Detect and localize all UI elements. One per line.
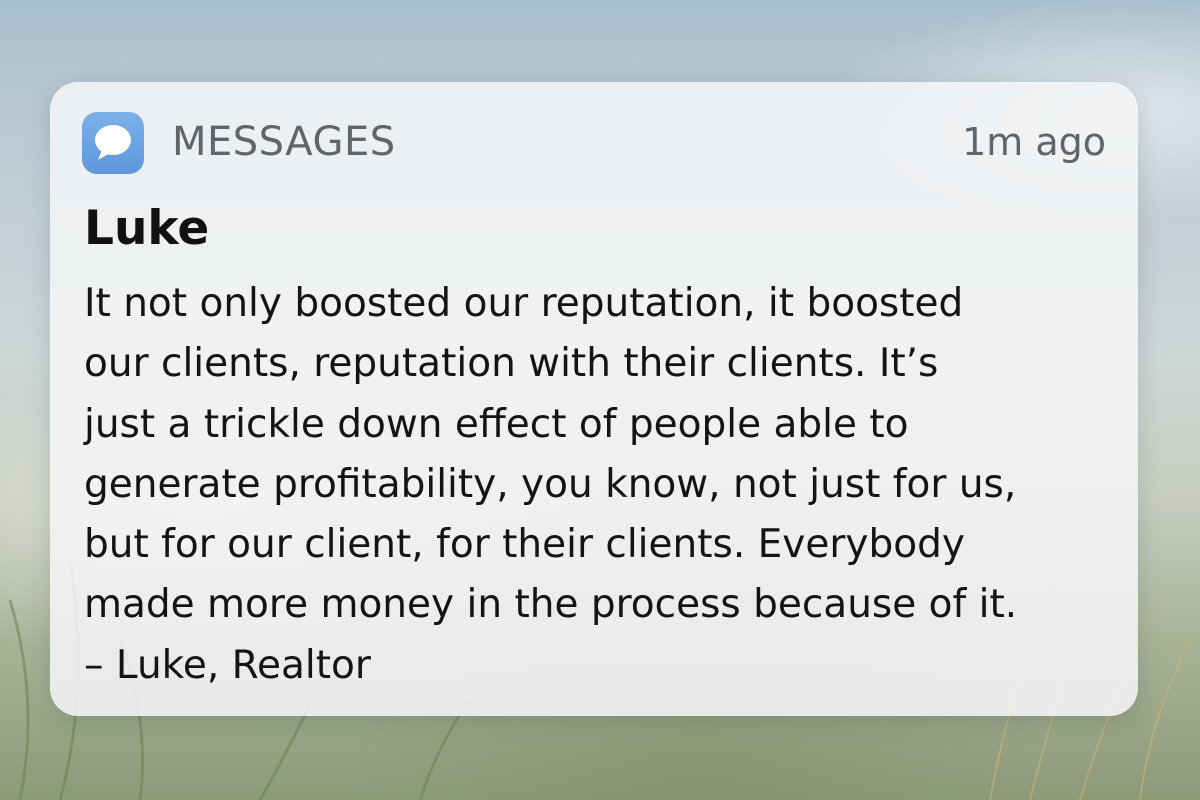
message-line: made more money in the process because o… <box>84 582 1018 628</box>
message-line: generate profitability, you know, not ju… <box>84 461 1017 507</box>
message-attribution: – Luke, Realtor <box>84 642 371 688</box>
app-name: MESSAGES <box>172 119 396 165</box>
message-body: It not only boosted our reputation, it b… <box>84 274 1114 696</box>
message-line: just a trickle down effect of people abl… <box>84 401 909 447</box>
message-line: It not only boosted our reputation, it b… <box>84 281 964 326</box>
message-line: but for our client, for their clients. E… <box>84 522 965 568</box>
notification-timestamp: 1m ago <box>962 120 1106 164</box>
message-notification[interactable]: MESSAGES 1m ago Luke It not only boosted… <box>50 82 1138 716</box>
message-bubble-icon <box>82 112 144 174</box>
message-line: our clients, reputation with their clien… <box>84 341 939 387</box>
sender-name: Luke <box>84 201 210 256</box>
